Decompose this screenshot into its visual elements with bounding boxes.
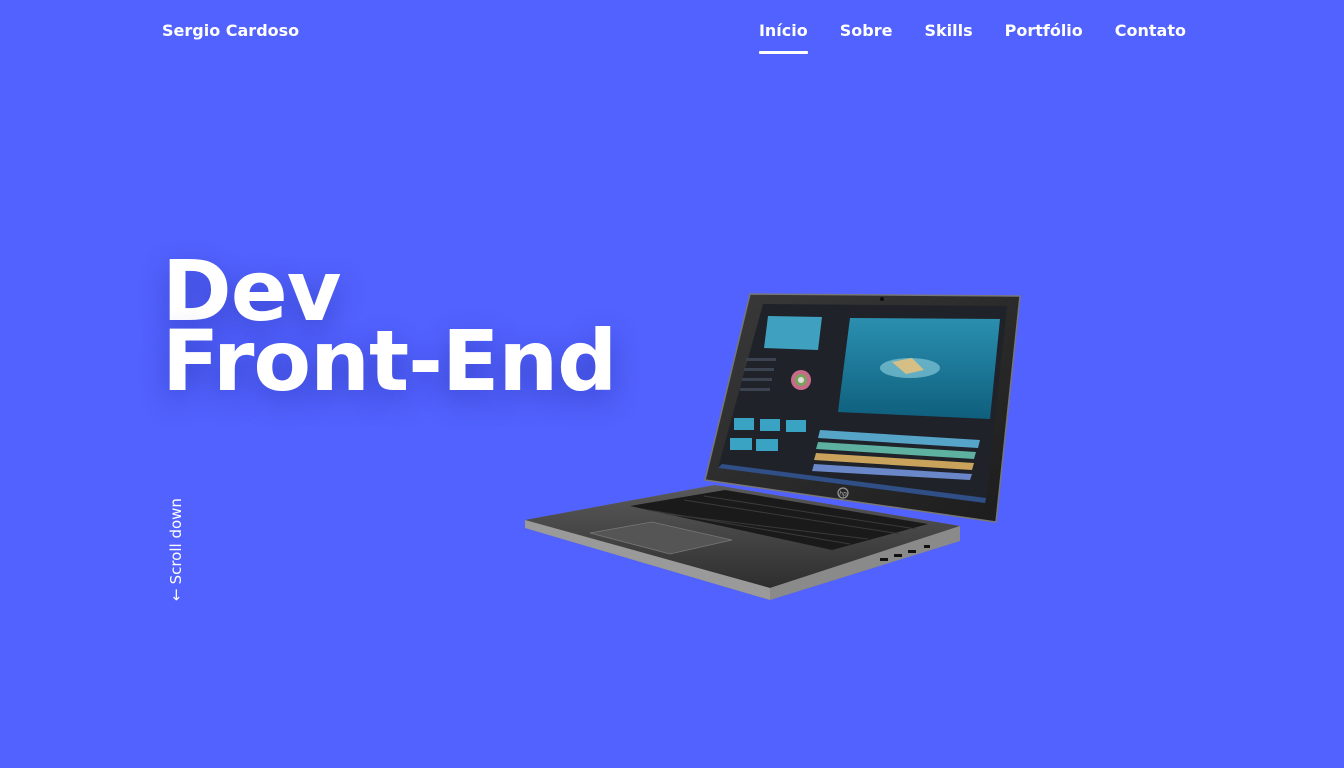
laptop-image: hp [525,293,1021,600]
arrow-down-icon: ← [167,588,185,601]
main-nav: Início Sobre Skills Portfólio Contato [758,21,1186,54]
hp-logo-text: hp [839,491,847,498]
brand-logo-link[interactable]: Sergio Cardoso [162,21,299,40]
nav-link-sobre[interactable]: Sobre [840,21,893,54]
scroll-down-label: Scroll down [167,498,185,585]
site-header: Sergio Cardoso Início Sobre Skills Portf… [0,0,1344,64]
page: Sergio Cardoso Início Sobre Skills Portf… [0,0,1344,768]
scroll-down-link[interactable]: ← Scroll down [166,489,186,601]
nav-link-skills[interactable]: Skills [924,21,972,54]
nav-link-contato[interactable]: Contato [1115,21,1186,54]
nav-link-portfolio[interactable]: Portfólio [1005,21,1083,54]
nav-link-inicio[interactable]: Início [758,21,808,54]
